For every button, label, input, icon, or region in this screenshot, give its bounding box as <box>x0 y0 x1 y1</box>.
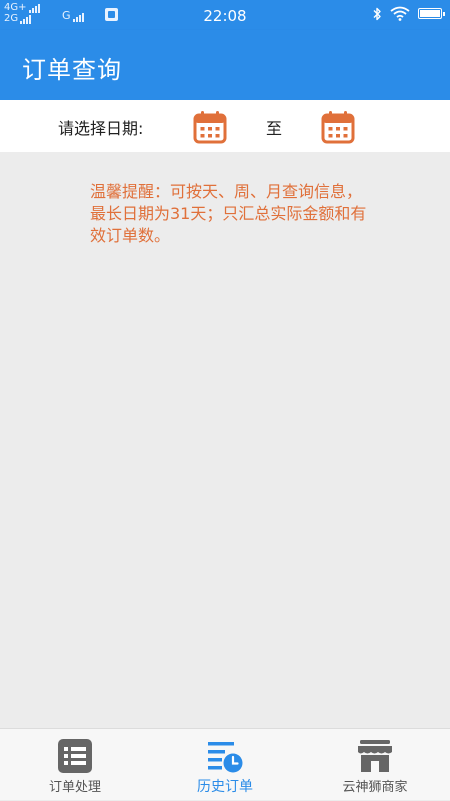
page-title: 订单查询 <box>22 56 122 84</box>
bottom-nav: 订单处理 历史订单 云神狮商家 <box>0 728 450 800</box>
status-right <box>372 6 445 21</box>
store-icon <box>358 740 392 772</box>
nav-merchant[interactable]: 云神狮商家 <box>300 729 450 801</box>
wifi-icon <box>390 6 410 21</box>
nav-label: 订单处理 <box>48 780 101 795</box>
reminder-text: 温馨提醒：可按天、周、月查询信息，最长日期为31天；只汇总实际金额和有效订单数。 <box>90 182 367 245</box>
date-label: 请选择日期: <box>58 119 144 138</box>
calendar-icon <box>321 111 355 144</box>
bluetooth-icon <box>373 7 381 20</box>
date-filter-row: 请选择日期: 至 <box>0 100 450 152</box>
history-clock-icon <box>208 742 243 773</box>
status-bar: 4G+ 2G G 22:08 <box>0 0 450 30</box>
nav-label: 历史订单 <box>197 779 253 795</box>
app-bar: 订单查询 <box>0 30 450 100</box>
start-date-button[interactable] <box>192 109 228 145</box>
battery-icon <box>418 8 445 19</box>
nav-history-orders[interactable]: 历史订单 <box>150 729 300 801</box>
end-date-button[interactable] <box>320 109 356 145</box>
calendar-icon <box>193 111 227 144</box>
date-separator: 至 <box>266 119 283 138</box>
nav-order-processing[interactable]: 订单处理 <box>0 729 150 801</box>
list-icon <box>58 739 92 773</box>
nav-label: 云神狮商家 <box>342 780 408 795</box>
